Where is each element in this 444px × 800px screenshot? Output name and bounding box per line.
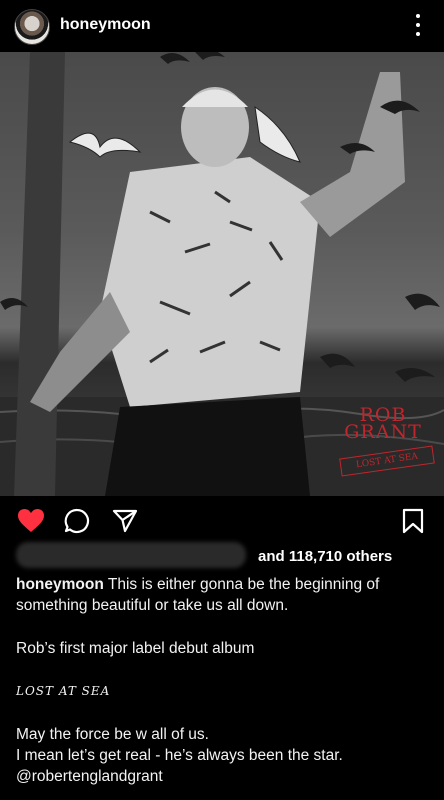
post-header: honeymoon	[0, 0, 444, 52]
caption-username[interactable]: honeymoon	[16, 576, 104, 593]
caption-first-paragraph: honeymoon This is either gonna be the be…	[16, 574, 431, 616]
caption-line-4: May the force be w all of us.	[16, 726, 209, 743]
post-caption: honeymoon This is either gonna be the be…	[16, 574, 431, 787]
caption-album-title: LOST AT SEA	[16, 684, 111, 698]
likes-row[interactable]: and 118,710 others	[16, 542, 436, 568]
send-icon[interactable]	[112, 508, 138, 534]
more-vertical-icon[interactable]	[410, 12, 426, 38]
heart-filled-icon[interactable]	[17, 508, 45, 534]
caption-mention[interactable]: @robertenglandgrant	[16, 766, 431, 787]
avatar[interactable]	[14, 9, 50, 45]
bookmark-icon[interactable]	[402, 508, 424, 534]
caption-line-2: Rob’s first major label debut album	[16, 640, 255, 657]
artist-line-2: GRANT	[344, 421, 422, 443]
likes-count[interactable]: and 118,710 others	[258, 548, 392, 565]
album-artist-name: ROB GRANT	[333, 406, 433, 443]
caption-line-5: I mean let’s get real - he’s always been…	[16, 747, 343, 764]
post-username[interactable]: honeymoon	[60, 16, 151, 34]
post-actions-bar	[0, 496, 444, 546]
post-photo[interactable]: ROB GRANT LOST AT SEA	[0, 52, 444, 496]
redacted-liker	[16, 542, 246, 568]
comment-icon[interactable]	[64, 508, 90, 534]
